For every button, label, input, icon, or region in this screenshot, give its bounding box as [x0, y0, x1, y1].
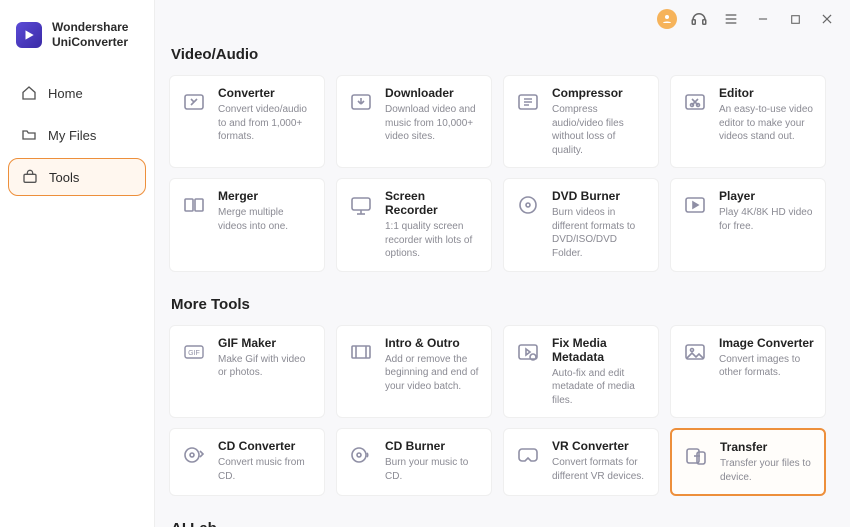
section-title-video-audio: Video/Audio [171, 46, 842, 63]
transfer-icon [682, 442, 710, 470]
card-title: Intro & Outro [385, 336, 481, 350]
card-title: Editor [719, 86, 815, 100]
card-converter[interactable]: Converter Convert video/audio to and fro… [169, 75, 325, 168]
card-desc: Convert formats for different VR devices… [552, 456, 648, 483]
card-title: Fix Media Metadata [552, 336, 648, 364]
card-desc: An easy-to-use video editor to make your… [719, 103, 815, 144]
close-button[interactable] [816, 8, 838, 30]
gif-icon: GIF [180, 338, 208, 366]
brand-text: Wondershare UniConverter [52, 20, 128, 50]
monitor-icon [347, 191, 375, 219]
metadata-icon [514, 338, 542, 366]
card-title: CD Converter [218, 439, 314, 453]
card-title: Transfer [720, 440, 814, 454]
section-more-tools: More Tools GIF GIF Maker Make Gif with v… [169, 296, 842, 497]
section-title-more-tools: More Tools [171, 296, 842, 313]
toolbox-icon [21, 169, 39, 185]
card-player[interactable]: Player Play 4K/8K HD video for free. [670, 178, 826, 272]
nav-home[interactable]: Home [8, 74, 146, 112]
card-desc: Merge multiple videos into one. [218, 206, 314, 233]
nav-tools[interactable]: Tools [8, 158, 146, 196]
card-title: Screen Recorder [385, 189, 481, 217]
card-editor[interactable]: Editor An easy-to-use video editor to ma… [670, 75, 826, 168]
card-gif-maker[interactable]: GIF GIF Maker Make Gif with video or pho… [169, 325, 325, 419]
converter-icon [180, 88, 208, 116]
nav-tools-label: Tools [49, 170, 79, 185]
card-cd-converter[interactable]: CD Converter Convert music from CD. [169, 428, 325, 496]
brand-line1: Wondershare [52, 20, 128, 35]
card-image-converter[interactable]: Image Converter Convert images to other … [670, 325, 826, 419]
headset-icon[interactable] [688, 8, 710, 30]
card-title: Converter [218, 86, 314, 100]
titlebar [656, 8, 838, 30]
disc-icon [514, 191, 542, 219]
section-video-audio: Video/Audio Converter Convert video/audi… [169, 46, 842, 272]
card-title: VR Converter [552, 439, 648, 453]
card-desc: Add or remove the beginning and end of y… [385, 353, 481, 394]
card-title: DVD Burner [552, 189, 648, 203]
cd-burn-icon [347, 441, 375, 469]
card-desc: Convert video/audio to and from 1,000+ f… [218, 103, 314, 144]
sidebar: Wondershare UniConverter Home My Files T… [0, 0, 155, 527]
merge-icon [180, 191, 208, 219]
card-cd-burner[interactable]: CD Burner Burn your music to CD. [336, 428, 492, 496]
card-merger[interactable]: Merger Merge multiple videos into one. [169, 178, 325, 272]
card-vr-converter[interactable]: VR Converter Convert formats for differe… [503, 428, 659, 496]
card-fix-metadata[interactable]: Fix Media Metadata Auto-fix and edit met… [503, 325, 659, 419]
nav-myfiles-label: My Files [48, 128, 96, 143]
compress-icon [514, 88, 542, 116]
svg-text:GIF: GIF [188, 350, 200, 357]
filmstrip-icon [347, 338, 375, 366]
brand-line2: UniConverter [52, 35, 128, 50]
avatar[interactable] [656, 8, 678, 30]
nav-home-label: Home [48, 86, 83, 101]
card-desc: 1:1 quality screen recorder with lots of… [385, 220, 481, 261]
folder-icon [20, 127, 38, 143]
card-desc: Convert images to other formats. [719, 353, 815, 380]
card-title: Player [719, 189, 815, 203]
card-title: GIF Maker [218, 336, 314, 350]
home-icon [20, 85, 38, 101]
card-dvd-burner[interactable]: DVD Burner Burn videos in different form… [503, 178, 659, 272]
brand: Wondershare UniConverter [0, 10, 154, 74]
card-downloader[interactable]: Downloader Download video and music from… [336, 75, 492, 168]
card-title: Image Converter [719, 336, 815, 350]
menu-icon[interactable] [720, 8, 742, 30]
card-title: Downloader [385, 86, 481, 100]
card-desc: Compress audio/video files without loss … [552, 103, 648, 157]
nav-myfiles[interactable]: My Files [8, 116, 146, 154]
app-logo [16, 22, 42, 48]
vr-icon [514, 441, 542, 469]
grid-video-audio: Converter Convert video/audio to and fro… [169, 75, 842, 272]
card-desc: Make Gif with video or photos. [218, 353, 314, 380]
card-intro-outro[interactable]: Intro & Outro Add or remove the beginnin… [336, 325, 492, 419]
cd-convert-icon [180, 441, 208, 469]
nav: Home My Files Tools [0, 74, 154, 196]
maximize-button[interactable] [784, 8, 806, 30]
card-desc: Burn videos in different formats to DVD/… [552, 206, 648, 260]
card-desc: Transfer your files to device. [720, 457, 814, 484]
card-title: Merger [218, 189, 314, 203]
image-icon [681, 338, 709, 366]
card-desc: Burn your music to CD. [385, 456, 481, 483]
section-title-ai-lab: AI Lab [171, 520, 842, 527]
card-compressor[interactable]: Compressor Compress audio/video files wi… [503, 75, 659, 168]
card-desc: Auto-fix and edit metadate of media file… [552, 367, 648, 408]
card-transfer[interactable]: Transfer Transfer your files to device. [670, 428, 826, 496]
grid-more-tools: GIF GIF Maker Make Gif with video or pho… [169, 325, 842, 497]
card-desc: Download video and music from 10,000+ vi… [385, 103, 481, 144]
card-title: CD Burner [385, 439, 481, 453]
card-desc: Convert music from CD. [218, 456, 314, 483]
play-icon [681, 191, 709, 219]
scissors-icon [681, 88, 709, 116]
card-desc: Play 4K/8K HD video for free. [719, 206, 815, 233]
main: Video/Audio Converter Convert video/audi… [155, 0, 850, 527]
section-ai-lab: AI Lab Free Free [169, 520, 842, 527]
download-icon [347, 88, 375, 116]
minimize-button[interactable] [752, 8, 774, 30]
card-title: Compressor [552, 86, 648, 100]
card-screen-recorder[interactable]: Screen Recorder 1:1 quality screen recor… [336, 178, 492, 272]
